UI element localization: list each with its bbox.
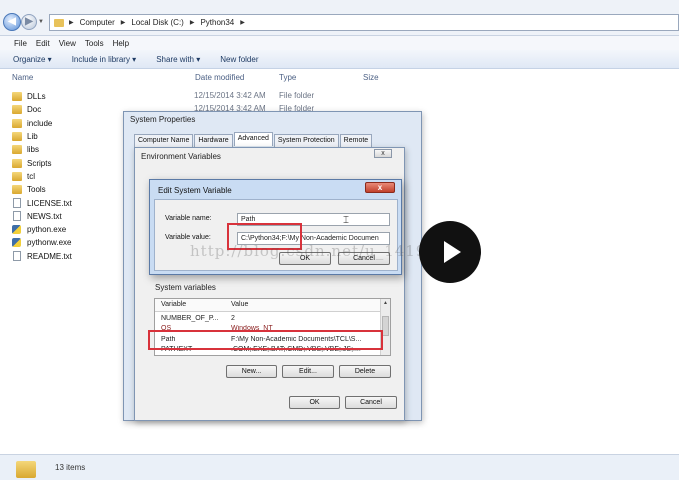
file-list: DLLs Doc include Lib libs Scripts tcl To… [12,90,72,263]
folder-icon [12,145,22,155]
folder-icon [54,18,64,27]
table-header: Variable Value [155,299,381,312]
text-cursor-icon: ⌶ [343,215,349,226]
chevron-right-icon: ▶ [189,20,195,26]
include-in-library-button[interactable]: Include in library ▾ [72,55,137,64]
scroll-up-icon[interactable]: ▲ [381,300,390,306]
tab-hardware[interactable]: Hardware [194,134,233,148]
back-button[interactable]: ◀ [3,13,21,31]
organize-button[interactable]: Organize ▾ [13,55,52,64]
list-item[interactable]: NEWS.txt [12,210,72,223]
folder-icon [12,118,22,128]
folder-icon [12,158,22,168]
menu-view[interactable]: View [59,39,76,48]
variable-name-label: Variable name: [165,215,212,222]
folder-icon [12,185,22,195]
chevron-right-icon: ▶ [240,20,245,26]
chevron-right-icon: ▶ [120,20,126,26]
folder-icon [12,171,22,181]
file-type: File folder [279,91,315,100]
folder-icon [16,461,36,478]
column-header-variable[interactable]: Variable [161,301,186,308]
dialog-title: System Properties [130,115,196,124]
scroll-thumb[interactable] [382,316,389,336]
share-with-button[interactable]: Share with ▾ [156,55,200,64]
column-header-date[interactable]: Date modified [195,73,244,82]
text-file-icon [13,251,21,262]
list-item[interactable]: LICENSE.txt [12,196,72,209]
variable-value-label: Variable value: [165,234,211,241]
back-arrow-icon: ◀ [8,16,16,27]
list-item[interactable]: libs [12,143,72,156]
tab-remote[interactable]: Remote [339,134,373,148]
dialog-title: Environment Variables [141,152,221,161]
column-header-value[interactable]: Value [231,301,248,308]
tab-system-protection[interactable]: System Protection [273,134,339,148]
system-variables-label: System variables [155,283,216,292]
play-button[interactable] [419,221,481,283]
new-variable-button[interactable]: New... [226,365,277,378]
list-item[interactable]: Lib [12,130,72,143]
chevron-right-icon: ▶ [69,20,74,26]
list-item[interactable]: README.txt [12,250,72,263]
menu-bar: File Edit View Tools Help [0,36,679,50]
folder-icon [12,92,22,102]
list-item[interactable]: python.exe [12,223,72,236]
list-item[interactable]: Tools [12,183,72,196]
breadcrumb-python34[interactable]: ▶ Python34 ▶ [190,18,251,27]
menu-tools[interactable]: Tools [85,39,104,48]
menu-file[interactable]: File [14,39,27,48]
column-header-type[interactable]: Type [279,73,296,82]
column-header-size[interactable]: Size [363,73,379,82]
new-folder-button[interactable]: New folder [220,55,258,64]
breadcrumb-computer[interactable]: ▶ Computer [69,18,115,27]
status-bar: 13 items [0,454,679,480]
menu-edit[interactable]: Edit [36,39,50,48]
breadcrumb-local-disk[interactable]: ▶ Local Disk (C:) [121,18,184,27]
cancel-button[interactable]: Cancel [345,396,397,409]
close-button[interactable]: x [365,182,395,193]
address-bar[interactable]: ▶ Computer ▶ Local Disk (C:) ▶ Python34 ▶ [49,14,679,31]
highlight-box-path-row [148,330,383,350]
tab-advanced[interactable]: Advanced [233,132,273,146]
list-item[interactable]: tcl [12,170,72,183]
delete-variable-button[interactable]: Delete [339,365,391,378]
python-icon [12,225,21,235]
list-item[interactable]: include [12,117,72,130]
history-dropdown-icon[interactable]: ▼ [38,19,46,27]
tab-strip: Computer Name Hardware Advanced System P… [134,132,373,148]
list-item[interactable]: pythonw.exe [12,236,72,249]
list-item[interactable]: Scripts [12,156,72,169]
forward-button[interactable]: ▶ [21,14,37,30]
forward-arrow-icon: ▶ [25,16,33,27]
text-file-icon [13,211,21,222]
play-icon [444,241,461,263]
ok-button[interactable]: OK [289,396,340,409]
file-date: 12/15/2014 3:42 AM [194,91,266,100]
edit-variable-button[interactable]: Edit... [282,365,334,378]
folder-icon [12,105,22,115]
close-button[interactable]: x [374,149,392,158]
item-count: 13 items [55,463,86,472]
text-file-icon [13,198,21,209]
list-item[interactable]: DLLs [12,90,72,103]
list-item[interactable]: Doc [12,103,72,116]
python-icon [12,238,21,248]
tab-computer-name[interactable]: Computer Name [134,134,194,148]
folder-icon [12,132,22,142]
column-header-name[interactable]: Name [12,73,33,82]
dialog-title: Edit System Variable [158,186,232,195]
command-bar: Organize ▾ Include in library ▾ Share wi… [0,50,679,69]
address-bar-area: ◀ ▶ ▼ ▶ Computer ▶ Local Disk (C:) ▶ Python… [0,0,679,36]
menu-help[interactable]: Help [113,39,129,48]
